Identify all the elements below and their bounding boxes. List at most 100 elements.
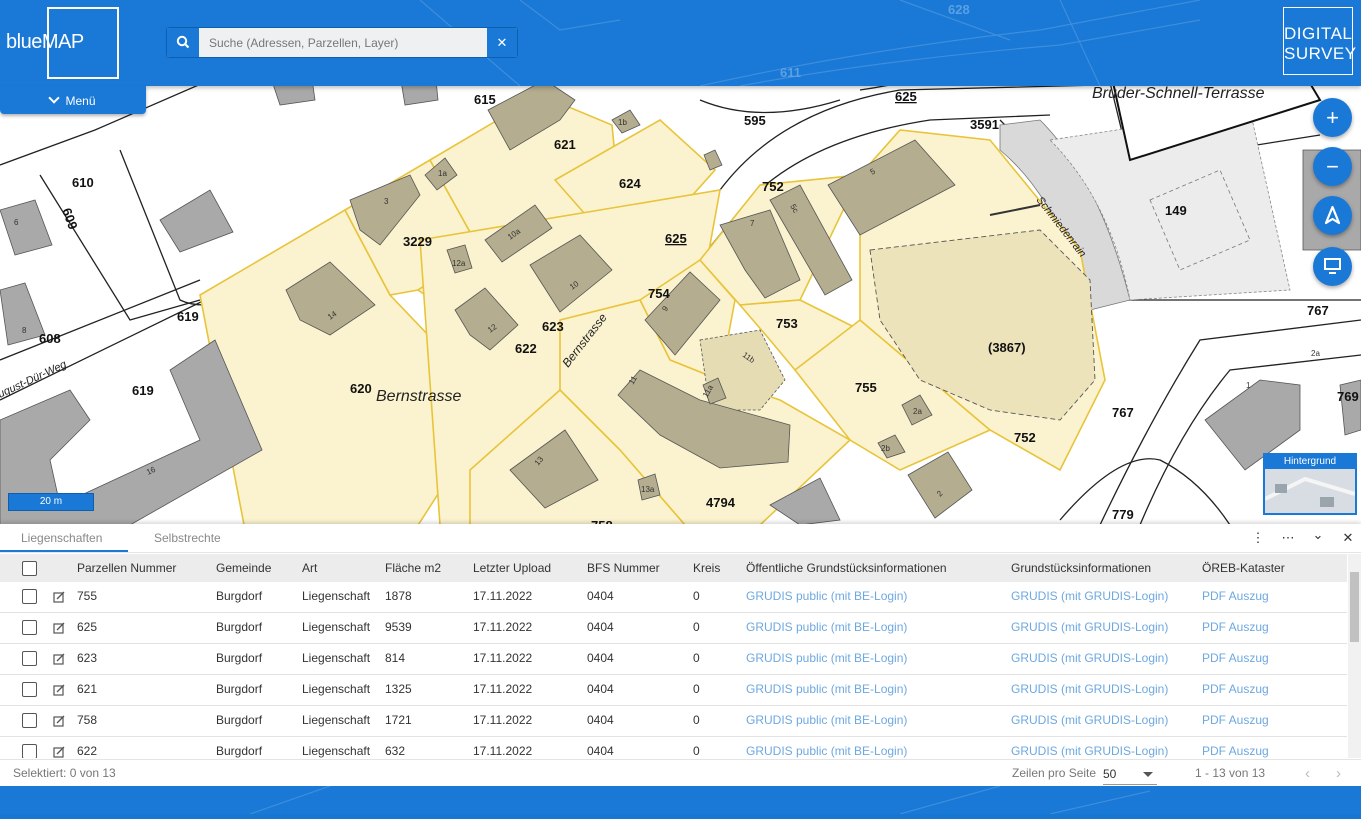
next-page-button[interactable]: › <box>1336 760 1341 787</box>
edit-icon[interactable] <box>53 613 65 641</box>
app-logo[interactable]: blueMAP <box>6 31 84 54</box>
row-checkbox[interactable] <box>22 713 37 728</box>
row-checkbox[interactable] <box>22 682 37 697</box>
table-row[interactable]: 758 Burgdorf Liegenschaft 1721 17.11.2022 040… <box>0 706 1347 737</box>
table-body: 755 Burgdorf Liegenschaft 1878 17.11.2022 040… <box>0 582 1347 758</box>
brand-line-1: DIGITAL <box>1284 24 1353 43</box>
house-number: 3 <box>384 197 389 206</box>
parcel-label: 4794 <box>706 495 736 510</box>
panel-tabs: Liegenschaften Selbstrechte ⋮ ⋯ ⌄ ✕ <box>0 524 1361 553</box>
row-checkbox[interactable] <box>22 744 37 758</box>
edit-icon[interactable] <box>53 644 65 672</box>
cell-art: Liegenschaft <box>302 744 371 758</box>
chevron-down-icon <box>1143 772 1153 777</box>
scrollbar-thumb[interactable] <box>1350 572 1359 642</box>
cell-public[interactable]: GRUDIS public (mit BE-Login) <box>746 675 907 703</box>
cell-gemeinde: Burgdorf <box>216 744 263 758</box>
house-number: 2b <box>881 444 890 453</box>
zoom-in-button[interactable]: + <box>1313 98 1352 137</box>
cell-grudis[interactable]: GRUDIS (mit GRUDIS-Login) <box>1011 582 1168 610</box>
col-header[interactable]: Art <box>302 554 317 582</box>
prev-page-button[interactable]: ‹ <box>1305 760 1310 787</box>
parcel-label: 752 <box>762 179 784 194</box>
parcel-label: 615 <box>474 92 496 107</box>
edit-icon[interactable] <box>53 737 65 758</box>
close-icon[interactable]: ✕ <box>1338 528 1358 548</box>
menu-button[interactable]: Menü <box>0 86 146 114</box>
collapse-icon[interactable]: ⌄ <box>1308 525 1328 545</box>
cell-grudis[interactable]: GRUDIS (mit GRUDIS-Login) <box>1011 644 1168 672</box>
more-vert-icon[interactable]: ⋮ <box>1248 528 1268 548</box>
col-header[interactable]: Öffentliche Grundstücksinformationen <box>746 554 947 582</box>
bg-line <box>1059 0 1101 86</box>
col-header[interactable]: Grundstücksinformationen <box>1011 554 1151 582</box>
table-row[interactable]: 625 Burgdorf Liegenschaft 9539 17.11.2022 040… <box>0 613 1347 644</box>
basemap-switcher[interactable]: Hintergrund <box>1263 453 1357 515</box>
cell-public[interactable]: GRUDIS public (mit BE-Login) <box>746 613 907 641</box>
search-box: ✕ <box>166 27 518 58</box>
cell-grudis[interactable]: GRUDIS (mit GRUDIS-Login) <box>1011 706 1168 734</box>
north-arrow-button[interactable] <box>1313 196 1352 235</box>
more-horiz-icon[interactable]: ⋯ <box>1278 528 1298 548</box>
cell-oereb[interactable]: PDF Auszug <box>1202 737 1269 758</box>
col-header[interactable]: Parzellen Nummer <box>77 554 176 582</box>
cell-oereb[interactable]: PDF Auszug <box>1202 613 1269 641</box>
edit-icon[interactable] <box>53 582 65 610</box>
cell-public[interactable]: GRUDIS public (mit BE-Login) <box>746 737 907 758</box>
table-row[interactable]: 622 Burgdorf Liegenschaft 632 17.11.2022 0404… <box>0 737 1347 758</box>
basemap-thumbnail <box>1265 469 1355 513</box>
col-header[interactable]: Gemeinde <box>216 554 271 582</box>
cell-public[interactable]: GRUDIS public (mit BE-Login) <box>746 582 907 610</box>
tab-selbstrechte[interactable]: Selbstrechte <box>154 524 221 552</box>
cell-oereb[interactable]: PDF Auszug <box>1202 582 1269 610</box>
edit-icon[interactable] <box>53 706 65 734</box>
row-checkbox[interactable] <box>22 589 37 604</box>
parcel-label: 609 <box>59 206 81 232</box>
screen-button[interactable] <box>1313 247 1352 286</box>
cell-nummer: 758 <box>77 713 98 727</box>
cell-kreis: 0 <box>693 651 700 665</box>
house-number: 1b <box>618 118 627 127</box>
edit-glyph <box>53 653 65 665</box>
table-row[interactable]: 621 Burgdorf Liegenschaft 1325 17.11.2022 040… <box>0 675 1347 706</box>
select-all-checkbox[interactable] <box>22 561 37 576</box>
cell-grudis[interactable]: GRUDIS (mit GRUDIS-Login) <box>1011 675 1168 703</box>
rows-per-page-select[interactable]: 50 <box>1103 764 1157 785</box>
cell-public[interactable]: GRUDIS public (mit BE-Login) <box>746 644 907 672</box>
house-number: 8 <box>22 326 27 335</box>
edit-glyph <box>53 715 65 727</box>
house-number: 13a <box>641 485 655 494</box>
parcel-label: 595 <box>744 113 766 128</box>
cell-oereb[interactable]: PDF Auszug <box>1202 644 1269 672</box>
col-header[interactable]: Kreis <box>693 554 720 582</box>
tab-liegenschaften[interactable]: Liegenschaften <box>0 524 128 552</box>
cell-flaeche: 1721 <box>385 713 412 727</box>
cell-nummer: 623 <box>77 651 98 665</box>
search-input[interactable] <box>201 28 489 57</box>
zoom-out-button[interactable]: − <box>1313 147 1352 186</box>
row-checkbox[interactable] <box>22 620 37 635</box>
cell-grudis[interactable]: GRUDIS (mit GRUDIS-Login) <box>1011 737 1168 758</box>
cell-kreis: 0 <box>693 620 700 634</box>
table-row[interactable]: 755 Burgdorf Liegenschaft 1878 17.11.2022 040… <box>0 582 1347 613</box>
table-row[interactable]: 623 Burgdorf Liegenschaft 814 17.11.2022 0404… <box>0 644 1347 675</box>
cell-public[interactable]: GRUDIS public (mit BE-Login) <box>746 706 907 734</box>
attribute-panel: Liegenschaften Selbstrechte ⋮ ⋯ ⌄ ✕ Parz… <box>0 524 1361 786</box>
basemap-label: Hintergrund <box>1265 455 1355 469</box>
row-checkbox[interactable] <box>22 651 37 666</box>
col-header[interactable]: ÖREB-Kataster <box>1202 554 1285 582</box>
parcel-label: 623 <box>542 319 564 334</box>
col-header[interactable]: Letzter Upload <box>473 554 551 582</box>
cell-bfs: 0404 <box>587 744 614 758</box>
cell-oereb[interactable]: PDF Auszug <box>1202 706 1269 734</box>
col-header[interactable]: Fläche m2 <box>385 554 441 582</box>
search-icon[interactable] <box>167 28 199 57</box>
bottom-bg-lines <box>249 785 1151 815</box>
clear-search-icon[interactable]: ✕ <box>487 28 517 57</box>
edit-icon[interactable] <box>53 675 65 703</box>
cell-grudis[interactable]: GRUDIS (mit GRUDIS-Login) <box>1011 613 1168 641</box>
col-header[interactable]: BFS Nummer <box>587 554 660 582</box>
house-number: 1a <box>438 169 447 178</box>
table-scrollbar[interactable] <box>1348 554 1361 758</box>
cell-oereb[interactable]: PDF Auszug <box>1202 675 1269 703</box>
